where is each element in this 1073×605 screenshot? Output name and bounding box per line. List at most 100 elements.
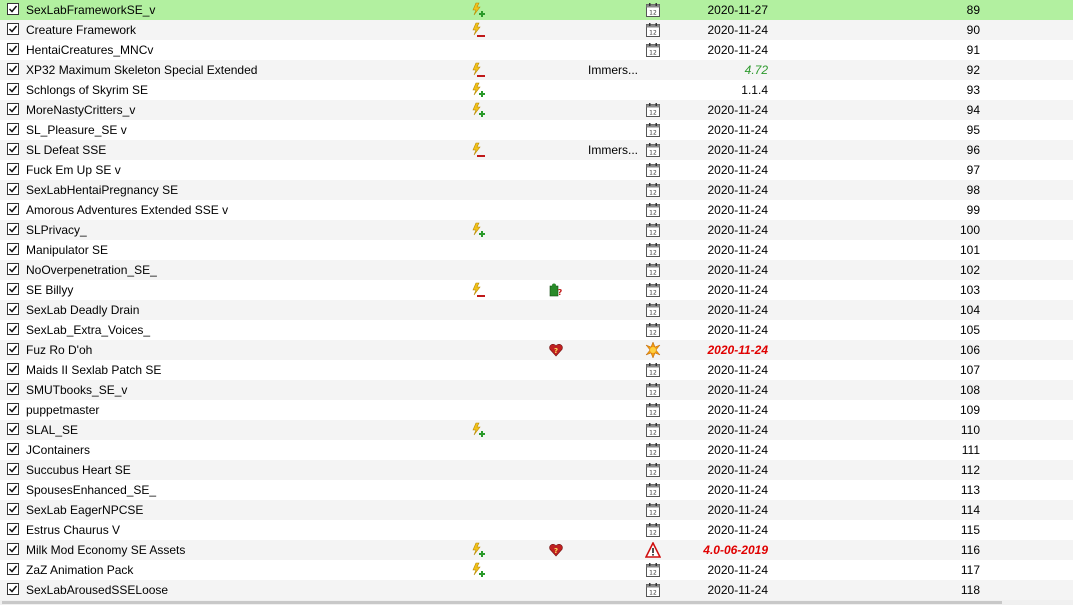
enable-checkbox[interactable] <box>7 83 19 95</box>
flags-cell <box>470 280 490 300</box>
flags-cell <box>470 420 490 440</box>
mod-row[interactable]: SexLab Deadly Drain 12 2020-11-24 104 <box>0 300 1073 320</box>
mod-row[interactable]: JContainers 12 2020-11-24 111 <box>0 440 1073 460</box>
mod-row[interactable]: Milk Mod Economy SE Assets? 4.0-06-2019 11… <box>0 540 1073 560</box>
enable-checkbox[interactable] <box>7 63 19 75</box>
mod-category <box>588 500 648 520</box>
flags-cell <box>470 180 490 200</box>
mod-category: Immers... <box>588 143 638 157</box>
flags-cell <box>470 580 490 600</box>
enable-checkbox[interactable] <box>7 583 19 595</box>
mod-row[interactable]: NoOverpenetration_SE_ 12 2020-11-24 102 <box>0 260 1073 280</box>
enable-checkbox[interactable] <box>7 3 19 15</box>
mod-priority: 102 <box>959 263 980 277</box>
flags-cell <box>470 80 490 100</box>
enable-checkbox[interactable] <box>7 423 19 435</box>
mod-version: 2020-11-24 <box>707 363 769 377</box>
mod-row[interactable]: SexLab_Extra_Voices_ 12 2020-11-24 105 <box>0 320 1073 340</box>
mod-category <box>588 0 648 20</box>
stat-cell: 12 <box>645 500 665 520</box>
svg-text:12: 12 <box>649 190 657 197</box>
mod-row[interactable]: XP32 Maximum Skeleton Special Extended Im… <box>0 60 1073 80</box>
enable-checkbox[interactable] <box>7 343 19 355</box>
flags-cell <box>470 260 490 280</box>
mod-row[interactable]: puppetmaster 12 2020-11-24 109 <box>0 400 1073 420</box>
mod-name: SexLabFrameworkSE_v <box>26 3 156 17</box>
stat-cell: 12 <box>645 40 665 60</box>
enable-checkbox[interactable] <box>7 123 19 135</box>
mod-row[interactable]: SexLab EagerNPCSE 12 2020-11-24 114 <box>0 500 1073 520</box>
cont-cell <box>548 380 568 400</box>
flag-plus-icon <box>470 102 486 118</box>
calendar-icon: 12 <box>645 202 661 218</box>
enable-checkbox[interactable] <box>7 183 19 195</box>
calendar-icon: 12 <box>645 402 661 418</box>
cont-cell <box>548 500 568 520</box>
mod-priority: 93 <box>966 83 980 97</box>
enable-checkbox[interactable] <box>7 283 19 295</box>
mod-name: ZaZ Animation Pack <box>26 563 134 577</box>
mod-row[interactable]: MoreNastyCritters_v 12 2020-11-24 94 <box>0 100 1073 120</box>
cont-cell: ? <box>548 280 568 300</box>
mod-row[interactable]: Succubus Heart SE 12 2020-11-24 112 <box>0 460 1073 480</box>
enable-checkbox[interactable] <box>7 223 19 235</box>
horizontal-scrollbar[interactable] <box>0 600 1073 605</box>
calendar-icon: 12 <box>645 142 661 158</box>
enable-checkbox[interactable] <box>7 503 19 515</box>
cont-cell <box>548 580 568 600</box>
enable-checkbox[interactable] <box>7 443 19 455</box>
mod-row[interactable]: SMUTbooks_SE_v 12 2020-11-24 108 <box>0 380 1073 400</box>
mod-priority: 106 <box>959 343 980 357</box>
mod-list[interactable]: SexLabFrameworkSE_v 12 2020-11-27 89 Creatur… <box>0 0 1073 600</box>
enable-checkbox[interactable] <box>7 143 19 155</box>
mod-priority: 110 <box>960 423 980 437</box>
enable-checkbox[interactable] <box>7 303 19 315</box>
mod-row[interactable]: ZaZ Animation Pack 12 2020-11-24 117 <box>0 560 1073 580</box>
mod-row[interactable]: SexLabArousedSSELoose 12 2020-11-24 118 <box>0 580 1073 600</box>
mod-row[interactable]: SLAL_SE 12 2020-11-24 110 <box>0 420 1073 440</box>
enable-checkbox[interactable] <box>7 563 19 575</box>
cont-cell <box>548 480 568 500</box>
enable-checkbox[interactable] <box>7 323 19 335</box>
mod-row[interactable]: Manipulator SE 12 2020-11-24 101 <box>0 240 1073 260</box>
mod-row[interactable]: Maids II Sexlab Patch SE 12 2020-11-24 107 <box>0 360 1073 380</box>
calendar-icon: 12 <box>645 362 661 378</box>
mod-row[interactable]: SexLabFrameworkSE_v 12 2020-11-27 89 <box>0 0 1073 20</box>
mod-category <box>588 240 648 260</box>
mod-row[interactable]: Amorous Adventures Extended SSE v 12 2020-… <box>0 200 1073 220</box>
mod-row[interactable]: Fuck Em Up SE v 12 2020-11-24 97 <box>0 160 1073 180</box>
enable-checkbox[interactable] <box>7 363 19 375</box>
enable-checkbox[interactable] <box>7 243 19 255</box>
mod-row[interactable]: SpousesEnhanced_SE_ 12 2020-11-24 113 <box>0 480 1073 500</box>
enable-checkbox[interactable] <box>7 523 19 535</box>
mod-row[interactable]: Fuz Ro D'oh? 2020-11-24 106 <box>0 340 1073 360</box>
enable-checkbox[interactable] <box>7 263 19 275</box>
mod-priority: 101 <box>959 243 980 257</box>
stat-cell <box>645 80 665 100</box>
mod-row[interactable]: HentaiCreatures_MNCv 12 2020-11-24 91 <box>0 40 1073 60</box>
mod-row[interactable]: SL Defeat SSE Immers... 12 2020-11-24 96 <box>0 140 1073 160</box>
enable-checkbox[interactable] <box>7 543 19 555</box>
mod-row[interactable]: Estrus Chaurus V 12 2020-11-24 115 <box>0 520 1073 540</box>
enable-checkbox[interactable] <box>7 203 19 215</box>
mod-row[interactable]: SLPrivacy_ 12 2020-11-24 100 <box>0 220 1073 240</box>
mod-category <box>588 420 648 440</box>
enable-checkbox[interactable] <box>7 483 19 495</box>
mod-row[interactable]: Schlongs of Skyrim SE 1.1.4 93 <box>0 80 1073 100</box>
mod-version: 2020-11-24 <box>707 123 769 137</box>
mod-row[interactable]: Creature Framework 12 2020-11-24 90 <box>0 20 1073 40</box>
enable-checkbox[interactable] <box>7 463 19 475</box>
mod-row[interactable]: SE Billyy? 12 2020-11-24 103 <box>0 280 1073 300</box>
mod-row[interactable]: SL_Pleasure_SE v 12 2020-11-24 95 <box>0 120 1073 140</box>
enable-checkbox[interactable] <box>7 383 19 395</box>
enable-checkbox[interactable] <box>7 43 19 55</box>
mod-row[interactable]: SexLabHentaiPregnancy SE 12 2020-11-24 98 <box>0 180 1073 200</box>
enable-checkbox[interactable] <box>7 103 19 115</box>
enable-checkbox[interactable] <box>7 163 19 175</box>
stat-cell: 12 <box>645 260 665 280</box>
scrollbar-thumb[interactable] <box>2 601 1002 604</box>
flags-cell <box>470 360 490 380</box>
mod-version: 2020-11-24 <box>707 183 769 197</box>
enable-checkbox[interactable] <box>7 403 19 415</box>
enable-checkbox[interactable] <box>7 23 19 35</box>
